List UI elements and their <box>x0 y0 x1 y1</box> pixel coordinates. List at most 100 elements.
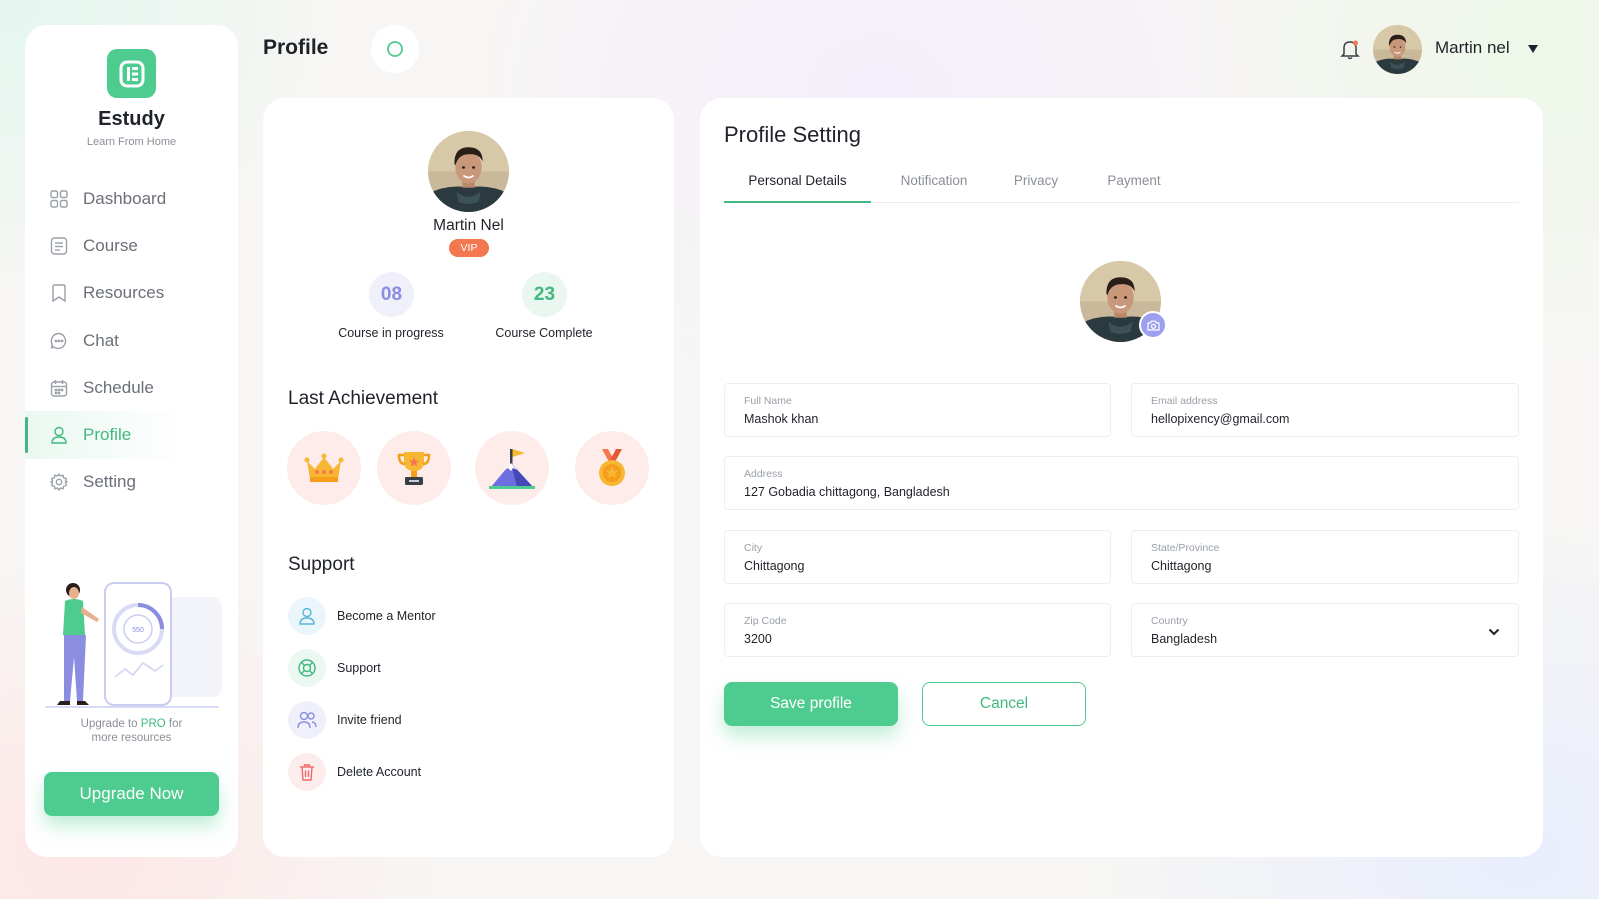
sidebar-item-schedule[interactable]: Schedule <box>25 364 238 411</box>
become-mentor-item[interactable]: Become a Mentor <box>288 596 436 636</box>
delete-account-item[interactable]: Delete Account <box>288 752 421 792</box>
tab-payment[interactable]: Payment <box>1096 170 1172 203</box>
address-value[interactable]: 127 Gobadia chittagong, Bangladesh <box>744 485 1499 499</box>
tab-personal-details[interactable]: Personal Details <box>724 170 871 203</box>
email-label: Email address <box>1151 395 1218 407</box>
user-name[interactable]: Martin nel <box>1435 38 1510 58</box>
last-achievement-title: Last Achievement <box>288 388 438 409</box>
vip-badge: VIP <box>449 239 489 257</box>
profile-avatar <box>428 131 509 212</box>
sidebar-item-profile[interactable]: Profile <box>25 411 238 459</box>
brand-name: Estudy <box>98 108 165 130</box>
mountain-flag-icon <box>489 449 535 489</box>
city-label: City <box>744 542 763 554</box>
full-name-label: Full Name <box>744 395 792 407</box>
courses-in-progress-label: Course in progress <box>338 326 444 340</box>
courses-complete-label: Course Complete <box>495 326 593 340</box>
user-icon <box>49 425 69 445</box>
city-field[interactable]: City Chittagong <box>724 530 1111 584</box>
save-profile-button[interactable]: Save profile <box>724 682 898 726</box>
country-label: Country <box>1151 615 1188 627</box>
address-label: Address <box>744 468 783 480</box>
country-value: Bangladesh <box>1151 632 1218 646</box>
sidebar-item-label: Profile <box>83 425 132 445</box>
sidebar-item-chat[interactable]: Chat <box>25 317 238 364</box>
support-item-label: Become a Mentor <box>337 609 436 623</box>
upgrade-now-button[interactable]: Upgrade Now <box>44 772 219 816</box>
notification-bell-icon[interactable] <box>1339 38 1361 60</box>
state-value[interactable]: Chittagong <box>1151 559 1499 573</box>
profile-card: Martin Nel VIP 08 Course in progress 23 … <box>263 98 674 857</box>
chat-icon <box>49 331 69 351</box>
sidebar-item-label: Chat <box>83 330 119 350</box>
support-item-label: Support <box>337 661 381 675</box>
upgrade-text-line2: more resources <box>91 732 172 744</box>
crown-icon <box>304 453 344 482</box>
circle-status-icon <box>387 41 403 57</box>
full-name-field[interactable]: Full Name Mashok khan <box>724 383 1111 437</box>
upgrade-illustration: 550 <box>45 582 222 708</box>
achievement-trophy[interactable] <box>377 431 451 505</box>
support-item-label: Invite friend <box>337 713 402 727</box>
courses-in-progress-count: 08 <box>369 272 414 317</box>
achievement-mountain[interactable] <box>475 431 549 505</box>
achievement-crown[interactable] <box>287 431 361 505</box>
courses-complete-count: 23 <box>522 272 567 317</box>
camera-icon <box>1146 320 1160 331</box>
bookmark-icon <box>49 283 69 303</box>
users-icon <box>288 701 326 739</box>
address-field[interactable]: Address 127 Gobadia chittagong, Banglade… <box>724 456 1519 510</box>
dashboard-icon <box>49 189 69 209</box>
sidebar-item-label: Dashboard <box>83 188 167 208</box>
achievement-medal[interactable] <box>575 431 649 505</box>
email-value[interactable]: hellopixency@gmail.com <box>1151 412 1499 426</box>
caret-down-icon[interactable] <box>1527 42 1539 54</box>
user-icon <box>288 597 326 635</box>
zip-code-field[interactable]: Zip Code 3200 <box>724 603 1111 657</box>
trophy-icon <box>397 452 431 485</box>
tab-notification[interactable]: Notification <box>886 170 982 203</box>
user-avatar[interactable] <box>1373 25 1422 74</box>
illustration-value: 550 <box>132 627 144 634</box>
sidebar-item-dashboard[interactable]: Dashboard <box>25 175 238 222</box>
support-item-label: Delete Account <box>337 765 422 779</box>
support-title: Support <box>288 554 355 575</box>
profile-settings-card: Profile Setting Personal Details Notific… <box>700 98 1543 857</box>
sidebar-item-label: Setting <box>83 472 136 492</box>
zip-value[interactable]: 3200 <box>744 632 1091 646</box>
country-select[interactable]: Country Bangladesh <box>1131 603 1519 657</box>
sidebar-item-resources[interactable]: Resources <box>25 270 238 317</box>
sidebar-item-setting[interactable]: Setting <box>25 459 238 506</box>
upgrade-text-pre: Upgrade to <box>80 718 141 730</box>
brand-tagline: Learn From Home <box>86 136 177 148</box>
page-title: Profile <box>263 36 329 59</box>
chevron-down-icon[interactable] <box>1488 627 1500 637</box>
status-indicator[interactable] <box>371 25 419 73</box>
sidebar-item-label: Resources <box>83 283 165 303</box>
sidebar-item-label: Schedule <box>83 377 154 397</box>
email-field[interactable]: Email address hellopixency@gmail.com <box>1131 383 1519 437</box>
state-province-field[interactable]: State/Province Chittagong <box>1131 530 1519 584</box>
sidebar-item-course[interactable]: Course <box>25 222 238 269</box>
state-label: State/Province <box>1151 542 1220 554</box>
tab-privacy[interactable]: Privacy <box>1004 170 1068 203</box>
invite-friend-item[interactable]: Invite friend <box>288 700 402 740</box>
settings-tabs: Personal Details Notification Privacy Pa… <box>724 170 1519 203</box>
calendar-icon <box>49 378 69 398</box>
cancel-button[interactable]: Cancel <box>922 682 1086 726</box>
lifebuoy-icon <box>288 649 326 687</box>
course-icon <box>49 236 69 256</box>
upgrade-text-post: for <box>165 718 183 730</box>
city-value[interactable]: Chittagong <box>744 559 1091 573</box>
sidebar-nav: Dashboard Course Resources Chat Schedule <box>25 175 238 506</box>
brand-logo-icon[interactable] <box>107 49 156 98</box>
full-name-value[interactable]: Mashok khan <box>744 412 1091 426</box>
upgrade-text-pro: PRO <box>140 718 166 730</box>
support-item[interactable]: Support <box>288 648 381 688</box>
zip-label: Zip Code <box>744 615 787 627</box>
gear-icon <box>49 472 69 492</box>
sidebar: Estudy Learn From Home Dashboard Course … <box>25 25 238 857</box>
profile-name: Martin Nel <box>433 217 504 234</box>
change-photo-button[interactable] <box>1139 311 1167 339</box>
medal-icon <box>599 449 625 486</box>
